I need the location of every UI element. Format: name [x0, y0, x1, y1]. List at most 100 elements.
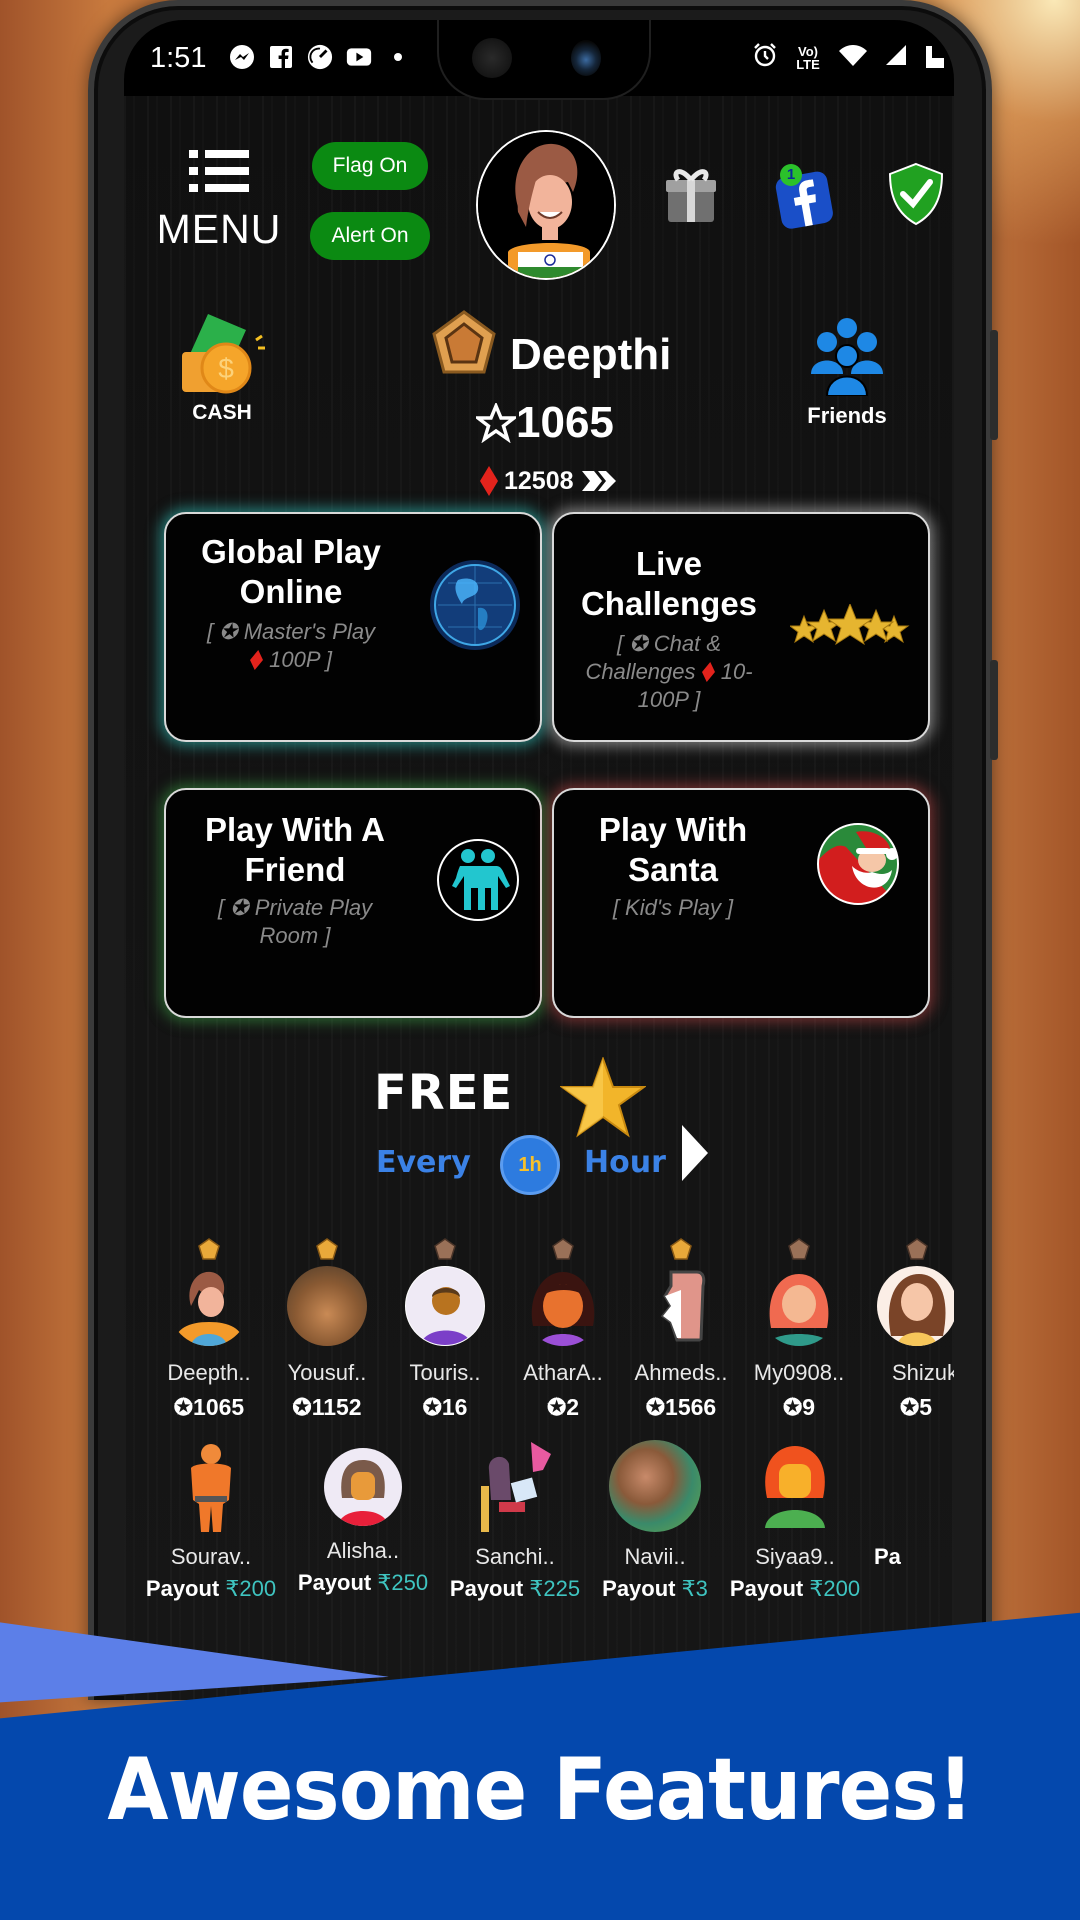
gift-icon[interactable] — [660, 162, 726, 228]
player-stars-value: 1065 — [516, 398, 614, 447]
alarm-icon — [752, 42, 778, 73]
payout-item[interactable]: Sanchi.. Payout ₹225 — [440, 1440, 590, 1602]
flag-toggle-button[interactable]: Flag On — [312, 142, 428, 190]
volte-lte-icon: Vo) LTE — [796, 43, 820, 72]
santa-icon — [816, 822, 900, 911]
card-subtitle: [ ✪ Private Play Room ] — [217, 895, 373, 948]
front-camera — [571, 40, 601, 76]
earpiece-speaker — [472, 38, 512, 78]
card-play-with-santa[interactable]: Play With Santa [ Kid's Play ] — [552, 788, 930, 1018]
payout-item[interactable]: Alisha.. Payout ₹250 — [288, 1440, 438, 1596]
payout-item[interactable]: Siyaa9.. Payout ₹200 — [720, 1440, 870, 1602]
leaderboard-item[interactable]: My0908.. ✪9 — [744, 1238, 854, 1421]
card-subtitle: [ Kid's Play ] — [612, 895, 734, 920]
leaderboard-item[interactable]: AtharA.. ✪2 — [508, 1238, 618, 1421]
signal-icon — [884, 43, 908, 72]
payout-item[interactable]: Navii.. Payout ₹3 — [580, 1440, 730, 1602]
friends-button[interactable]: Friends — [792, 316, 902, 429]
two-people-icon — [436, 838, 520, 927]
player-avatar-photo — [609, 1440, 701, 1532]
dot-icon — [385, 44, 411, 70]
notification-icons — [229, 44, 411, 70]
payout-amount: Payout ₹3 — [602, 1576, 708, 1601]
facebook-badge: 1 — [780, 164, 802, 186]
leaderboard-item[interactable]: Deepth.. ✪1065 — [154, 1238, 264, 1421]
card-title: Global Play Online — [201, 533, 381, 610]
wifi-icon — [838, 42, 868, 73]
shield-check-icon[interactable] — [886, 162, 952, 228]
leaderboard-item[interactable]: Yousuf.. ✪1152 — [272, 1238, 382, 1421]
card-title: Play With Santa — [598, 811, 748, 888]
leaderboard-item[interactable]: Ahmeds.. ✪1566 — [626, 1238, 736, 1421]
player-avatar — [165, 1440, 257, 1532]
player-avatar[interactable] — [476, 130, 616, 280]
card-live-challenges[interactable]: Live Challenges [ ✪ Chat & Challenges 10-… — [552, 512, 930, 742]
phone-side-button — [990, 330, 998, 440]
payout-item[interactable]: Sourav.. Payout ₹200 — [136, 1440, 286, 1602]
rank-bronze-icon — [788, 1238, 810, 1260]
player-avatar-photo — [287, 1266, 367, 1346]
speedometer-icon — [307, 44, 333, 70]
player-name: Ahmeds.. — [634, 1360, 728, 1385]
diamond-icon — [700, 662, 717, 682]
diamond-icon — [248, 650, 265, 670]
player-stars: ✪9 — [782, 1394, 816, 1420]
alert-toggle-button[interactable]: Alert On — [310, 212, 430, 260]
player-avatar — [641, 1266, 721, 1346]
banner-headline: Awesome Features! — [107, 1740, 973, 1840]
avatar-woman-india-icon — [478, 132, 614, 278]
system-icons: Vo) LTE — [752, 42, 946, 73]
app-screen: 1:51 Vo) LTE MENU Flag On Alert On 1 $ C… — [124, 20, 954, 1700]
gold-star-icon — [558, 1056, 648, 1144]
player-name: Siyaa9.. — [755, 1544, 835, 1569]
card-global-play-online[interactable]: Global Play Online [ ✪ Master's Play 100P… — [164, 512, 542, 742]
payout-amount: Pa — [874, 1544, 901, 1569]
facebook-button[interactable]: 1 — [770, 160, 836, 229]
menu-button[interactable]: MENU — [144, 150, 294, 253]
cash-button[interactable]: $ CASH — [172, 308, 272, 425]
double-arrow-icon — [581, 471, 616, 491]
rank-bronze-icon — [906, 1238, 928, 1260]
chevron-right-icon — [680, 1123, 710, 1188]
player-stars: ✪2 — [546, 1394, 580, 1420]
player-avatar — [877, 1266, 954, 1346]
five-stars-icon — [788, 602, 910, 659]
phone-side-button — [990, 660, 998, 760]
friends-label: Friends — [807, 403, 887, 428]
player-diamonds-value: 12508 — [504, 466, 574, 495]
player-name: Sourav.. — [170, 1544, 252, 1569]
rank-bronze-icon — [552, 1238, 574, 1260]
player-avatar — [749, 1440, 841, 1532]
player-name: AtharA.. — [523, 1360, 603, 1385]
player-diamonds[interactable]: 12508 — [480, 466, 618, 496]
rank-badge-icon — [432, 310, 496, 378]
player-name: My0908.. — [753, 1360, 845, 1385]
player-avatar — [169, 1266, 249, 1346]
free-star-every-hour-button[interactable]: FREE Every 1h Hour — [374, 1056, 714, 1195]
star-outline-icon — [476, 403, 516, 443]
player-avatar — [324, 1448, 402, 1526]
every-label: Every — [376, 1145, 471, 1180]
player-avatar — [759, 1266, 839, 1346]
card-subtitle: [ ✪ Chat & Challenges 10- 100P ] — [585, 631, 753, 712]
player-stars: ✪1566 — [645, 1394, 717, 1420]
player-name: Alisha.. — [326, 1538, 400, 1563]
player-name: Deepth.. — [167, 1360, 251, 1385]
payout-item[interactable]: Pa — [874, 1440, 934, 1570]
menu-icon — [189, 150, 249, 192]
cash-label: CASH — [192, 401, 252, 424]
rank-bronze-icon — [434, 1238, 456, 1260]
leaderboard-item[interactable]: Touris.. ✪16 — [390, 1238, 500, 1421]
facebook-icon — [268, 44, 294, 70]
card-play-with-friend[interactable]: Play With A Friend [ ✪ Private Play Room … — [164, 788, 542, 1018]
diamond-icon — [480, 466, 498, 496]
leaderboard-item[interactable]: Shizuk ✪5 — [862, 1238, 954, 1421]
card-title: Live Challenges — [580, 545, 758, 622]
youtube-icon — [346, 44, 372, 70]
player-name: Sanchi.. — [475, 1544, 555, 1569]
cash-icon: $ — [182, 314, 265, 394]
menu-label: MENU — [156, 206, 282, 252]
player-stars: ✪5 — [900, 1394, 933, 1420]
payout-amount: Payout ₹250 — [297, 1570, 429, 1595]
globe-icon — [428, 558, 522, 657]
